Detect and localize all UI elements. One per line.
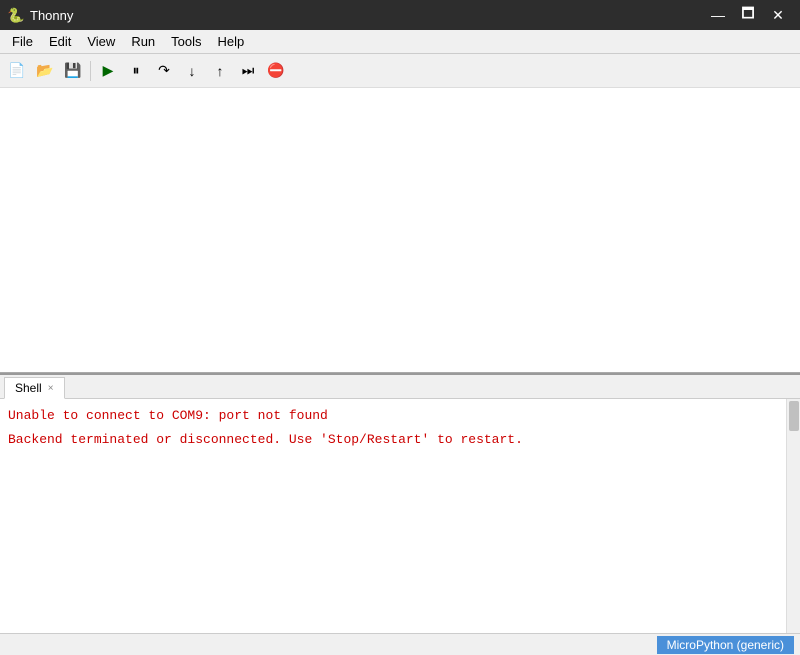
shell-message-1: Unable to connect to COM9: port not foun… xyxy=(8,403,792,427)
shell-tab-bar: Shell × xyxy=(0,375,800,399)
open-button[interactable]: 📂 xyxy=(32,58,58,84)
shell-scrollbar-thumb[interactable] xyxy=(789,401,799,431)
toolbar: 📄📂💾 ▶⏸↷↓↑⏭⛔ xyxy=(0,54,800,88)
menu-item-edit[interactable]: Edit xyxy=(41,31,79,53)
toolbar-separator xyxy=(90,61,91,81)
step-into-button[interactable]: ↓ xyxy=(179,58,205,84)
shell-tab-close[interactable]: × xyxy=(48,383,54,394)
shell-tab[interactable]: Shell × xyxy=(4,377,65,399)
shell-content[interactable]: Unable to connect to COM9: port not foun… xyxy=(0,399,800,633)
run-button[interactable]: ▶ xyxy=(95,58,121,84)
menu-item-view[interactable]: View xyxy=(79,31,123,53)
shell-scrollbar[interactable] xyxy=(786,399,800,633)
step-over-button[interactable]: ↷ xyxy=(151,58,177,84)
menu-item-tools[interactable]: Tools xyxy=(163,31,209,53)
menu-item-run[interactable]: Run xyxy=(123,31,163,53)
menu-bar: FileEditViewRunToolsHelp xyxy=(0,30,800,54)
editor-area[interactable] xyxy=(0,88,800,373)
shell-panel: Shell × Unable to connect to COM9: port … xyxy=(0,373,800,633)
interpreter-button[interactable]: MicroPython (generic) xyxy=(657,636,794,654)
content-split: Shell × Unable to connect to COM9: port … xyxy=(0,88,800,633)
window-controls: — 🗖 ✕ xyxy=(704,4,792,26)
debug-button[interactable]: ⏸ xyxy=(123,58,149,84)
maximize-button[interactable]: 🗖 xyxy=(734,4,762,26)
new-button[interactable]: 📄 xyxy=(4,58,30,84)
resume-button[interactable]: ⏭ xyxy=(235,58,261,84)
minimize-button[interactable]: — xyxy=(704,4,732,26)
step-out-button[interactable]: ↑ xyxy=(207,58,233,84)
close-button[interactable]: ✕ xyxy=(764,4,792,26)
main-container: Shell × Unable to connect to COM9: port … xyxy=(0,88,800,633)
app-icon: 🐍 xyxy=(8,7,24,23)
title-bar: 🐍 Thonny — 🗖 ✕ xyxy=(0,0,800,30)
stop-button[interactable]: ⛔ xyxy=(263,58,289,84)
menu-item-help[interactable]: Help xyxy=(210,31,253,53)
title-left: 🐍 Thonny xyxy=(8,7,73,23)
shell-tab-label: Shell xyxy=(15,381,42,395)
menu-item-file[interactable]: File xyxy=(4,31,41,53)
save-button[interactable]: 💾 xyxy=(60,58,86,84)
shell-message-2: Backend terminated or disconnected. Use … xyxy=(8,427,792,451)
status-bar: MicroPython (generic) xyxy=(0,633,800,655)
app-title: Thonny xyxy=(30,8,73,23)
